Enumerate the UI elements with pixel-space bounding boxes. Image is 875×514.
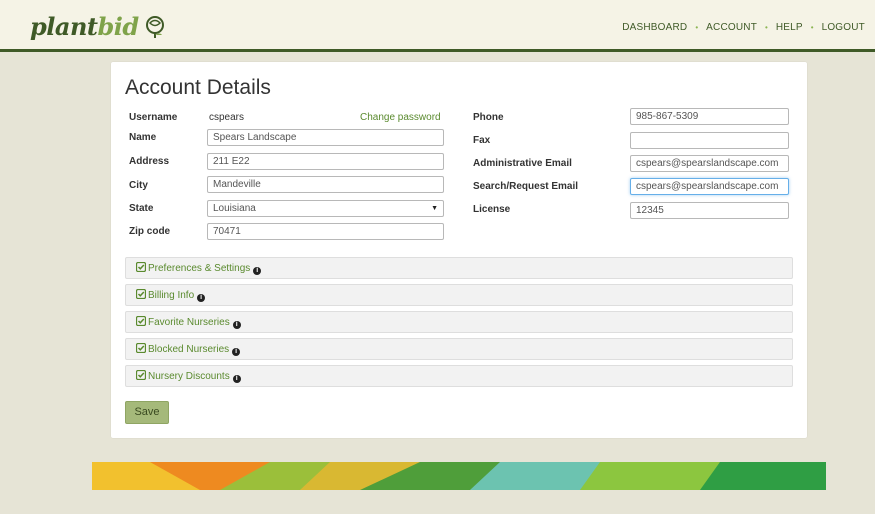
panel-nursery-discounts[interactable]: Nursery Discounts i: [125, 365, 793, 387]
nav-logout[interactable]: LOGOUT: [822, 22, 865, 33]
panel-title: Blocked Nurseries: [148, 344, 230, 355]
nav-dashboard[interactable]: DASHBOARD: [622, 22, 687, 33]
logo-text-bid: bid: [97, 12, 139, 41]
admin-email-field[interactable]: cspears@spearslandscape.com: [630, 155, 789, 172]
state-select[interactable]: Louisiana ▼: [207, 200, 444, 217]
address-field[interactable]: 211 E22: [207, 153, 444, 170]
admin-email-label: Administrative Email: [473, 158, 572, 169]
check-square-icon: [136, 262, 146, 272]
username-label: Username: [129, 112, 178, 123]
info-circle-icon[interactable]: i: [232, 348, 241, 356]
main-nav: DASHBOARD • ACCOUNT • HELP • LOGOUT: [622, 22, 865, 33]
check-square-icon: [136, 289, 146, 299]
zip-field[interactable]: 70471: [207, 223, 444, 240]
change-password-link[interactable]: Change password: [360, 112, 441, 123]
panel-billing-info[interactable]: Billing Info i: [125, 284, 793, 306]
panel-preferences-settings[interactable]: Preferences & Settings i: [125, 257, 793, 279]
fax-label: Fax: [473, 135, 491, 146]
panel-title: Preferences & Settings: [148, 263, 251, 274]
plantbid-logo[interactable]: plant bid: [30, 12, 166, 41]
username-value: cspears: [209, 112, 245, 123]
name-field[interactable]: Spears Landscape: [207, 129, 444, 146]
caret-down-icon: ▼: [431, 205, 438, 212]
panel-label: Preferences & Settings i: [148, 263, 262, 275]
check-square-icon: [136, 343, 146, 353]
panel-favorite-nurseries[interactable]: Favorite Nurseries i: [125, 311, 793, 333]
search-email-label: Search/Request Email: [473, 181, 579, 192]
info-circle-icon[interactable]: i: [253, 267, 262, 275]
panel-title: Nursery Discounts: [148, 371, 230, 382]
panel-title: Favorite Nurseries: [148, 317, 230, 328]
page-title: Account Details: [125, 76, 271, 99]
top-bar: plant bid DASHBOARD • ACCOUNT • HELP • LO…: [0, 0, 875, 52]
save-button[interactable]: Save: [125, 401, 169, 424]
footer-decorative-banner: [0, 462, 875, 490]
phone-field[interactable]: 985-867-5309: [630, 108, 789, 125]
panel-label: Billing Info i: [148, 290, 206, 302]
panel-label: Favorite Nurseries i: [148, 317, 241, 329]
nav-help[interactable]: HELP: [776, 22, 803, 33]
city-label: City: [129, 180, 148, 191]
city-field[interactable]: Mandeville: [207, 176, 444, 193]
check-square-icon: [136, 316, 146, 326]
nav-separator: •: [810, 23, 814, 32]
check-square-icon: [136, 370, 146, 380]
name-label: Name: [129, 132, 157, 143]
state-selected-value: Louisiana: [213, 203, 256, 214]
panel-blocked-nurseries[interactable]: Blocked Nurseries i: [125, 338, 793, 360]
info-circle-icon[interactable]: i: [197, 294, 206, 302]
rose-icon: [145, 15, 164, 38]
address-label: Address: [129, 156, 170, 167]
nav-separator: •: [695, 23, 699, 32]
phone-label: Phone: [473, 112, 504, 123]
panel-title: Billing Info: [148, 290, 195, 301]
search-email-field[interactable]: cspears@spearslandscape.com: [630, 178, 789, 195]
nav-separator: •: [765, 23, 768, 32]
account-details-card: Account Details Username cspears Change …: [111, 62, 807, 438]
zip-label: Zip code: [129, 226, 171, 237]
license-field[interactable]: 12345: [630, 202, 789, 219]
fax-field[interactable]: [630, 132, 789, 149]
license-label: License: [473, 204, 511, 215]
panel-label: Blocked Nurseries i: [148, 344, 241, 356]
panel-label: Nursery Discounts i: [148, 371, 241, 383]
info-circle-icon[interactable]: i: [232, 321, 241, 329]
state-label: State: [129, 203, 154, 214]
nav-account[interactable]: ACCOUNT: [706, 22, 757, 33]
logo-text-plant: plant: [30, 12, 98, 41]
info-circle-icon[interactable]: i: [232, 375, 241, 383]
